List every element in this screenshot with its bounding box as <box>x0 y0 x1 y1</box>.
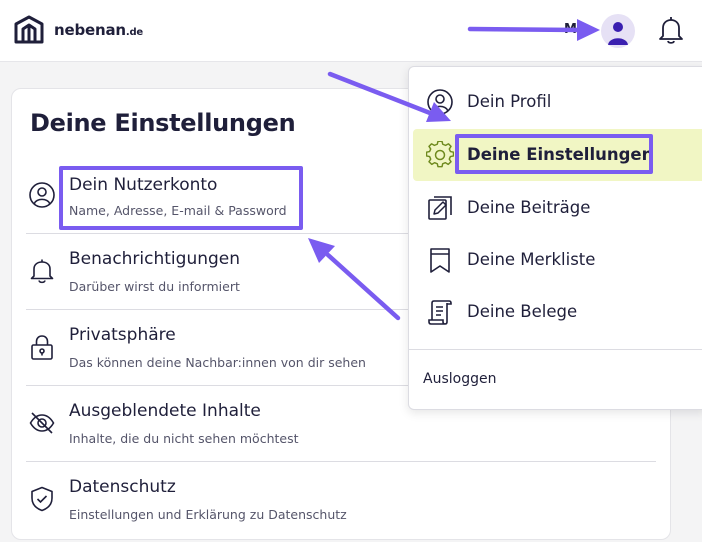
settings-item-label: Privatsphäre <box>69 325 176 345</box>
settings-item-label: Ausgeblendete Inhalte <box>69 401 261 421</box>
menu-item-bookmarks[interactable]: Deine Merkliste <box>413 235 702 285</box>
house-logo-icon <box>14 15 44 44</box>
settings-item-label: Benachrichtigungen <box>69 249 241 269</box>
user-circle-icon <box>29 182 55 208</box>
divider <box>409 349 702 350</box>
bell-icon <box>30 259 54 284</box>
brand-logo[interactable]: nebenan.de <box>12 14 143 46</box>
avatar[interactable] <box>601 14 635 48</box>
bookmark-icon <box>430 248 450 273</box>
shield-check-icon <box>31 486 53 512</box>
divider <box>26 461 656 462</box>
user-initial: M <box>564 22 577 37</box>
menu-item-label: Deine Merkliste <box>467 250 596 269</box>
eye-off-icon <box>29 412 55 434</box>
receipt-icon <box>428 300 452 325</box>
menu-item-receipts[interactable]: Deine Belege <box>413 287 702 337</box>
menu-item-profile[interactable]: Dein Profil <box>413 77 702 127</box>
menu-item-posts[interactable]: Deine Beiträge <box>413 183 702 233</box>
menu-item-label: Deine Belege <box>467 302 578 321</box>
menu-item-label: Dein Profil <box>467 92 552 111</box>
brand-name: nebenan.de <box>54 21 143 39</box>
menu-item-label: Deine Beiträge <box>467 198 591 217</box>
settings-item-data-protection[interactable]: Datenschutz Einstellungen und Erklärung … <box>26 477 656 542</box>
settings-item-description: Inhalte, die du nicht sehen möchtest <box>69 431 299 446</box>
top-bar: nebenan.de M <box>0 0 702 62</box>
settings-item-description: Darüber wirst du informiert <box>69 279 240 294</box>
edit-icon <box>428 196 452 220</box>
highlight-account <box>59 166 303 230</box>
bell-icon <box>659 17 683 44</box>
avatar-person-icon <box>608 22 628 45</box>
settings-item-description: Einstellungen und Erklärung zu Datenschu… <box>69 507 347 522</box>
settings-item-description: Das können deine Nachbar:innen von dir s… <box>69 355 366 370</box>
page-title: Deine Einstellungen <box>30 109 296 137</box>
gear-icon <box>426 141 454 168</box>
user-menu: Dein Profil Deine Einstellungen Deine Be… <box>408 66 702 410</box>
settings-item-hidden-content[interactable]: Ausgeblendete Inhalte Inhalte, die du ni… <box>26 401 656 477</box>
logout-link[interactable]: Ausloggen <box>423 371 496 387</box>
user-circle-icon <box>427 89 453 115</box>
settings-item-label: Datenschutz <box>69 477 176 497</box>
notifications-button[interactable] <box>656 14 686 46</box>
lock-icon <box>31 335 53 360</box>
highlight-settings-menu <box>455 134 653 174</box>
